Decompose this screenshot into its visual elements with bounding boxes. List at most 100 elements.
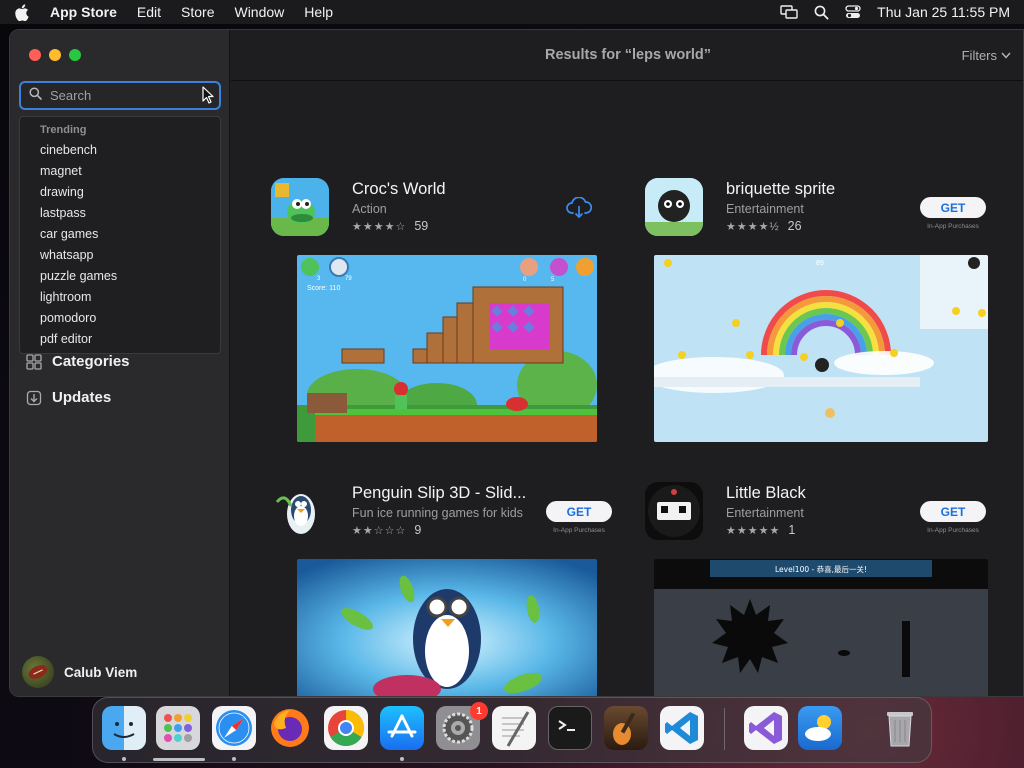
search-field[interactable] <box>19 81 221 110</box>
dock-garageband-icon[interactable] <box>604 706 648 750</box>
menu-edit[interactable]: Edit <box>137 4 161 20</box>
sidebar-item-categories[interactable]: Categories <box>26 353 130 370</box>
app-rating: ★★★★★ 1 <box>726 523 795 537</box>
in-app-purchases-label: In-App Purchases <box>927 527 979 534</box>
trending-item-cinebench[interactable]: cinebench <box>20 140 220 161</box>
trending-item-puzzle-games[interactable]: puzzle games <box>20 266 220 287</box>
search-icon <box>29 86 42 105</box>
mouse-pointer-icon <box>202 86 214 109</box>
trending-item-lastpass[interactable]: lastpass <box>20 203 220 224</box>
window-controls <box>29 49 81 61</box>
trending-item-car-games[interactable]: car games <box>20 224 220 245</box>
page-title-bar: Results for “leps world” <box>231 30 1023 81</box>
app-rating: ★★★★☆ 59 <box>352 219 428 233</box>
zoom-window-button[interactable] <box>69 49 81 61</box>
trending-item-lightroom[interactable]: lightroom <box>20 287 220 308</box>
penguin-slip-screenshot[interactable] <box>297 559 597 696</box>
filters-button[interactable]: Filters <box>962 48 1011 63</box>
menu-app-name[interactable]: App Store <box>50 4 117 20</box>
menu-bar: App Store Edit Store Window Help Thu Jan… <box>0 0 1024 24</box>
menu-window[interactable]: Window <box>234 4 284 20</box>
star-rating-icon: ★★☆☆☆ <box>352 524 407 537</box>
rating-count: 1 <box>788 523 796 537</box>
dock-firefox-icon[interactable] <box>268 706 312 750</box>
avatar <box>22 656 54 688</box>
trending-item-drawing[interactable]: drawing <box>20 182 220 203</box>
star-rating-icon: ★★★★★ <box>726 524 781 537</box>
spotlight-search-icon[interactable] <box>814 5 829 20</box>
dock-finder-icon[interactable] <box>102 706 146 750</box>
cloud-download-icon[interactable] <box>566 196 593 224</box>
app-subtitle: Fun ice running games for kids <box>352 506 523 520</box>
dock-vscode-icon[interactable] <box>660 706 704 750</box>
dock-launchpad-icon[interactable] <box>156 706 200 750</box>
screen-mirroring-icon[interactable] <box>780 5 798 19</box>
menu-clock[interactable]: Thu Jan 25 11:55 PM <box>877 4 1010 20</box>
dock-safari-icon[interactable] <box>212 706 256 750</box>
finder-running-indicator <box>122 757 126 761</box>
search-suggestions-dropdown: Trending cinebench magnet drawing lastpa… <box>19 116 221 354</box>
crocs-world-screenshot[interactable]: 3 79 0 5 Score: 110 <box>297 255 597 442</box>
trending-item-pomodoro[interactable]: pomodoro <box>20 308 220 329</box>
star-rating-icon: ★★★★½ <box>726 220 780 233</box>
croc-score: Score: 110 <box>307 285 340 292</box>
app-rating: ★★☆☆☆ 9 <box>352 523 421 537</box>
dock-chrome-icon[interactable] <box>324 706 368 750</box>
little-black-app-icon[interactable] <box>645 482 703 540</box>
briquette-counter: 89 <box>816 260 824 267</box>
apple-menu-icon[interactable] <box>14 3 32 21</box>
launchpad-indicator <box>153 758 205 761</box>
crocs-world-app-icon[interactable] <box>271 178 329 236</box>
trending-item-magnet[interactable]: magnet <box>20 161 220 182</box>
safari-running-indicator <box>232 757 236 761</box>
get-button[interactable]: GET <box>920 197 986 218</box>
app-name[interactable]: Croc's World <box>352 180 446 199</box>
trending-item-whatsapp[interactable]: whatsapp <box>20 245 220 266</box>
page-title: Results for “leps world” <box>545 47 711 63</box>
account-name: Calub Viem <box>64 664 138 680</box>
menu-help[interactable]: Help <box>304 4 333 20</box>
main-content: Results for “leps world” Filters Croc's … <box>231 30 1023 696</box>
in-app-purchases-label: In-App Purchases <box>553 527 605 534</box>
dock-app-store-icon[interactable] <box>380 706 424 750</box>
control-center-icon[interactable] <box>845 5 861 19</box>
sidebar-item-label: Updates <box>52 389 112 406</box>
settings-notification-badge: 1 <box>470 702 488 720</box>
level-banner: Level100 - 恭喜,最后一关! <box>775 564 867 574</box>
penguin-slip-app-icon[interactable] <box>271 482 329 540</box>
app-name[interactable]: Penguin Slip 3D - Slid... <box>352 484 526 503</box>
get-button[interactable]: GET <box>546 501 612 522</box>
trending-header: Trending <box>40 124 87 136</box>
sidebar-item-updates[interactable]: Updates <box>26 389 111 406</box>
dock-terminal-icon[interactable] <box>548 706 592 750</box>
dock: 1 <box>92 697 932 763</box>
dock-weather-icon[interactable] <box>798 706 842 750</box>
minimize-window-button[interactable] <box>49 49 61 61</box>
updates-icon <box>26 390 42 405</box>
app-name[interactable]: Little Black <box>726 484 806 503</box>
sidebar-item-label: Categories <box>52 353 130 370</box>
rating-count: 26 <box>787 219 802 233</box>
trending-item-pdf-editor[interactable]: pdf editor <box>20 329 220 350</box>
rating-count: 59 <box>414 219 429 233</box>
close-window-button[interactable] <box>29 49 41 61</box>
rating-count: 9 <box>414 523 422 537</box>
dock-separator <box>724 708 725 750</box>
dock-visual-studio-icon[interactable] <box>744 706 788 750</box>
search-input[interactable] <box>50 88 200 103</box>
dock-textedit-icon[interactable] <box>492 706 536 750</box>
app-name[interactable]: briquette sprite <box>726 180 835 199</box>
app-category: Entertainment <box>726 506 804 520</box>
sidebar: Trending cinebench magnet drawing lastpa… <box>10 30 230 696</box>
menu-store[interactable]: Store <box>181 4 214 20</box>
croc-time: 79 <box>345 276 352 282</box>
briquette-sprite-app-icon[interactable] <box>645 178 703 236</box>
dock-trash-icon[interactable] <box>878 706 922 750</box>
in-app-purchases-label: In-App Purchases <box>927 223 979 230</box>
chevron-down-icon <box>1001 52 1011 59</box>
briquette-sprite-screenshot[interactable]: 89 <box>654 255 988 442</box>
app-category: Entertainment <box>726 202 804 216</box>
account-button[interactable]: Calub Viem <box>22 656 137 688</box>
little-black-screenshot[interactable]: Level100 - 恭喜,最后一关! <box>654 559 988 696</box>
get-button[interactable]: GET <box>920 501 986 522</box>
